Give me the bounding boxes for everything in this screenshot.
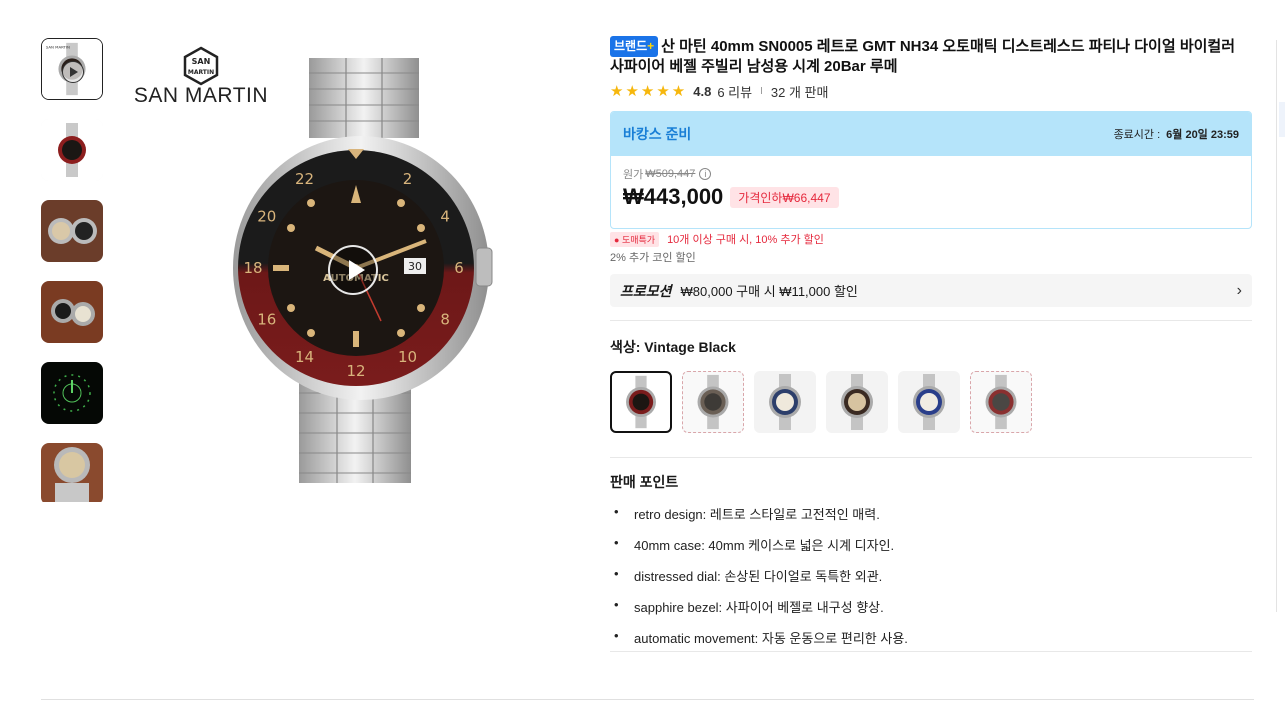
bezel-number: 18: [243, 259, 262, 277]
date-window: 30: [408, 260, 422, 273]
selling-points-list: retro design: 레트로 스타일로 고전적인 매력. 40mm cas…: [610, 504, 1252, 659]
brand-emblem-icon: SAN MARTIN: [183, 46, 219, 86]
color-option-4[interactable]: [826, 371, 888, 433]
thumbnail-black-dial[interactable]: [41, 119, 103, 181]
bezel-number: 12: [346, 362, 365, 380]
price-block: 원가 ₩509,447 i ₩443,000 가격인하₩66,447: [611, 156, 1251, 228]
selling-point-item: retro design: 레트로 스타일로 고전적인 매력.: [610, 504, 1252, 535]
video-play-button[interactable]: [328, 245, 378, 295]
chevron-right-icon: ›: [1236, 281, 1242, 299]
bezel-number: 20: [257, 208, 276, 226]
bezel-number: 2: [403, 170, 413, 188]
color-option-vintage-black[interactable]: [610, 371, 672, 433]
thumbnail-two-watches[interactable]: [41, 200, 103, 262]
bezel-number: 10: [398, 348, 417, 366]
divider: [610, 320, 1252, 321]
divider: [610, 651, 1252, 652]
product-info: 브랜드+ 산 마틴 40mm SN0005 레트로 GMT NH34 오토매틱 디…: [610, 36, 1252, 652]
rating-row: ★★★★★ 4.8 6 리뷰 I 32 개 판매: [610, 82, 1252, 100]
original-price: ₩509,447: [645, 168, 696, 180]
deal-end-time: 종료시간 : 6월 20일 23:59: [1114, 126, 1239, 142]
bezel-number: 22: [295, 170, 314, 188]
original-price-row: 원가 ₩509,447 i: [623, 166, 1239, 182]
emblem-text-top: SAN: [192, 57, 211, 66]
bottom-divider: [41, 699, 1254, 700]
coin-discount: 2% 추가 코인 할인: [610, 252, 696, 264]
svg-text:SAN MARTIN: SAN MARTIN: [46, 45, 70, 50]
sold-count: 32 개 판매: [770, 84, 829, 100]
color-option-6[interactable]: [970, 371, 1032, 433]
color-option-3[interactable]: [754, 371, 816, 433]
selling-point-item: sapphire bezel: 사파이어 베젤로 내구성 향상.: [610, 597, 1252, 628]
selling-point-item: automatic movement: 자동 운동으로 편리한 사용.: [610, 628, 1252, 659]
rating-score: 4.8: [693, 83, 712, 99]
color-option-5[interactable]: [898, 371, 960, 433]
thumbnail-wrist[interactable]: [41, 443, 103, 502]
deal-header: 바캉스 준비 종료시간 : 6월 20일 23:59: [611, 112, 1251, 156]
color-options: [610, 371, 1252, 433]
bezel-number: 16: [257, 311, 276, 329]
side-panel-edge: [1276, 40, 1285, 612]
bezel-number: 8: [440, 311, 450, 329]
main-product-image[interactable]: SAN MARTIN SAN MARTIN AUTOMATIC 30 2 4 6…: [121, 38, 586, 502]
selling-points-title: 판매 포인트: [610, 474, 679, 490]
review-count-link[interactable]: 6 리뷰: [717, 82, 752, 101]
bezel-number: 6: [454, 259, 464, 277]
product-title: 브랜드+ 산 마틴 40mm SN0005 레트로 GMT NH34 오토매틱 디…: [610, 36, 1252, 76]
brand-badge-label: 브랜드: [614, 39, 648, 53]
bulk-tag-label: 도매특가: [621, 234, 656, 245]
deal-end-label: 종료시간 :: [1113, 129, 1161, 141]
thumbnail-list: SAN MARTIN: [41, 38, 106, 502]
discount-badge: 가격인하₩66,447: [730, 186, 839, 208]
divider: [610, 457, 1252, 458]
brand-plus-badge: 브랜드+: [610, 36, 659, 57]
promotion-text: ₩80,000 구매 시 ₩11,000 할인: [680, 284, 858, 299]
promotion-row[interactable]: 프로모션 ₩80,000 구매 시 ₩11,000 할인 ›: [610, 274, 1252, 307]
price-row: ₩443,000 가격인하₩66,447: [623, 184, 1239, 210]
thumbnail-watch-pair[interactable]: [41, 281, 103, 343]
rating-separator: I: [760, 85, 763, 97]
bezel-number: 4: [440, 208, 450, 226]
promotion-label: 프로모션: [620, 282, 672, 299]
thumbnail-video[interactable]: SAN MARTIN: [41, 38, 103, 100]
product-title-text: 산 마틴 40mm SN0005 레트로 GMT NH34 오토매틱 디스트레스…: [610, 38, 1236, 75]
deal-label: 바캉스 준비: [623, 126, 692, 142]
bulk-discount-row: ● 도매특가 10개 이상 구매 시, 10% 추가 할인: [610, 231, 1252, 247]
deal-box: 바캉스 준비 종료시간 : 6월 20일 23:59 원가 ₩509,447 i …: [610, 111, 1252, 229]
info-icon[interactable]: i: [699, 168, 712, 180]
thumbnail-lume[interactable]: [41, 362, 103, 424]
sale-price: ₩443,000: [623, 184, 724, 209]
selling-point-item: 40mm case: 40mm 케이스로 넓은 시계 디자인.: [610, 535, 1252, 566]
color-option-2[interactable]: [682, 371, 744, 433]
color-title: 색상: Vintage Black: [610, 339, 736, 355]
play-icon: [62, 61, 84, 83]
original-price-label: 원가: [623, 169, 644, 181]
plus-icon: +: [647, 39, 655, 53]
deal-end-value: 6월 20일 23:59: [1166, 129, 1239, 141]
bezel-number: 14: [295, 348, 314, 366]
bulk-discount-text: 10개 이상 구매 시, 10% 추가 할인: [667, 234, 824, 246]
bulk-tag: ● 도매특가: [610, 231, 660, 247]
star-rating-icon: ★★★★★: [610, 83, 688, 100]
emblem-text-bottom: MARTIN: [188, 69, 214, 76]
selling-point-item: distressed dial: 손상된 다이얼로 독특한 외관.: [610, 566, 1252, 597]
